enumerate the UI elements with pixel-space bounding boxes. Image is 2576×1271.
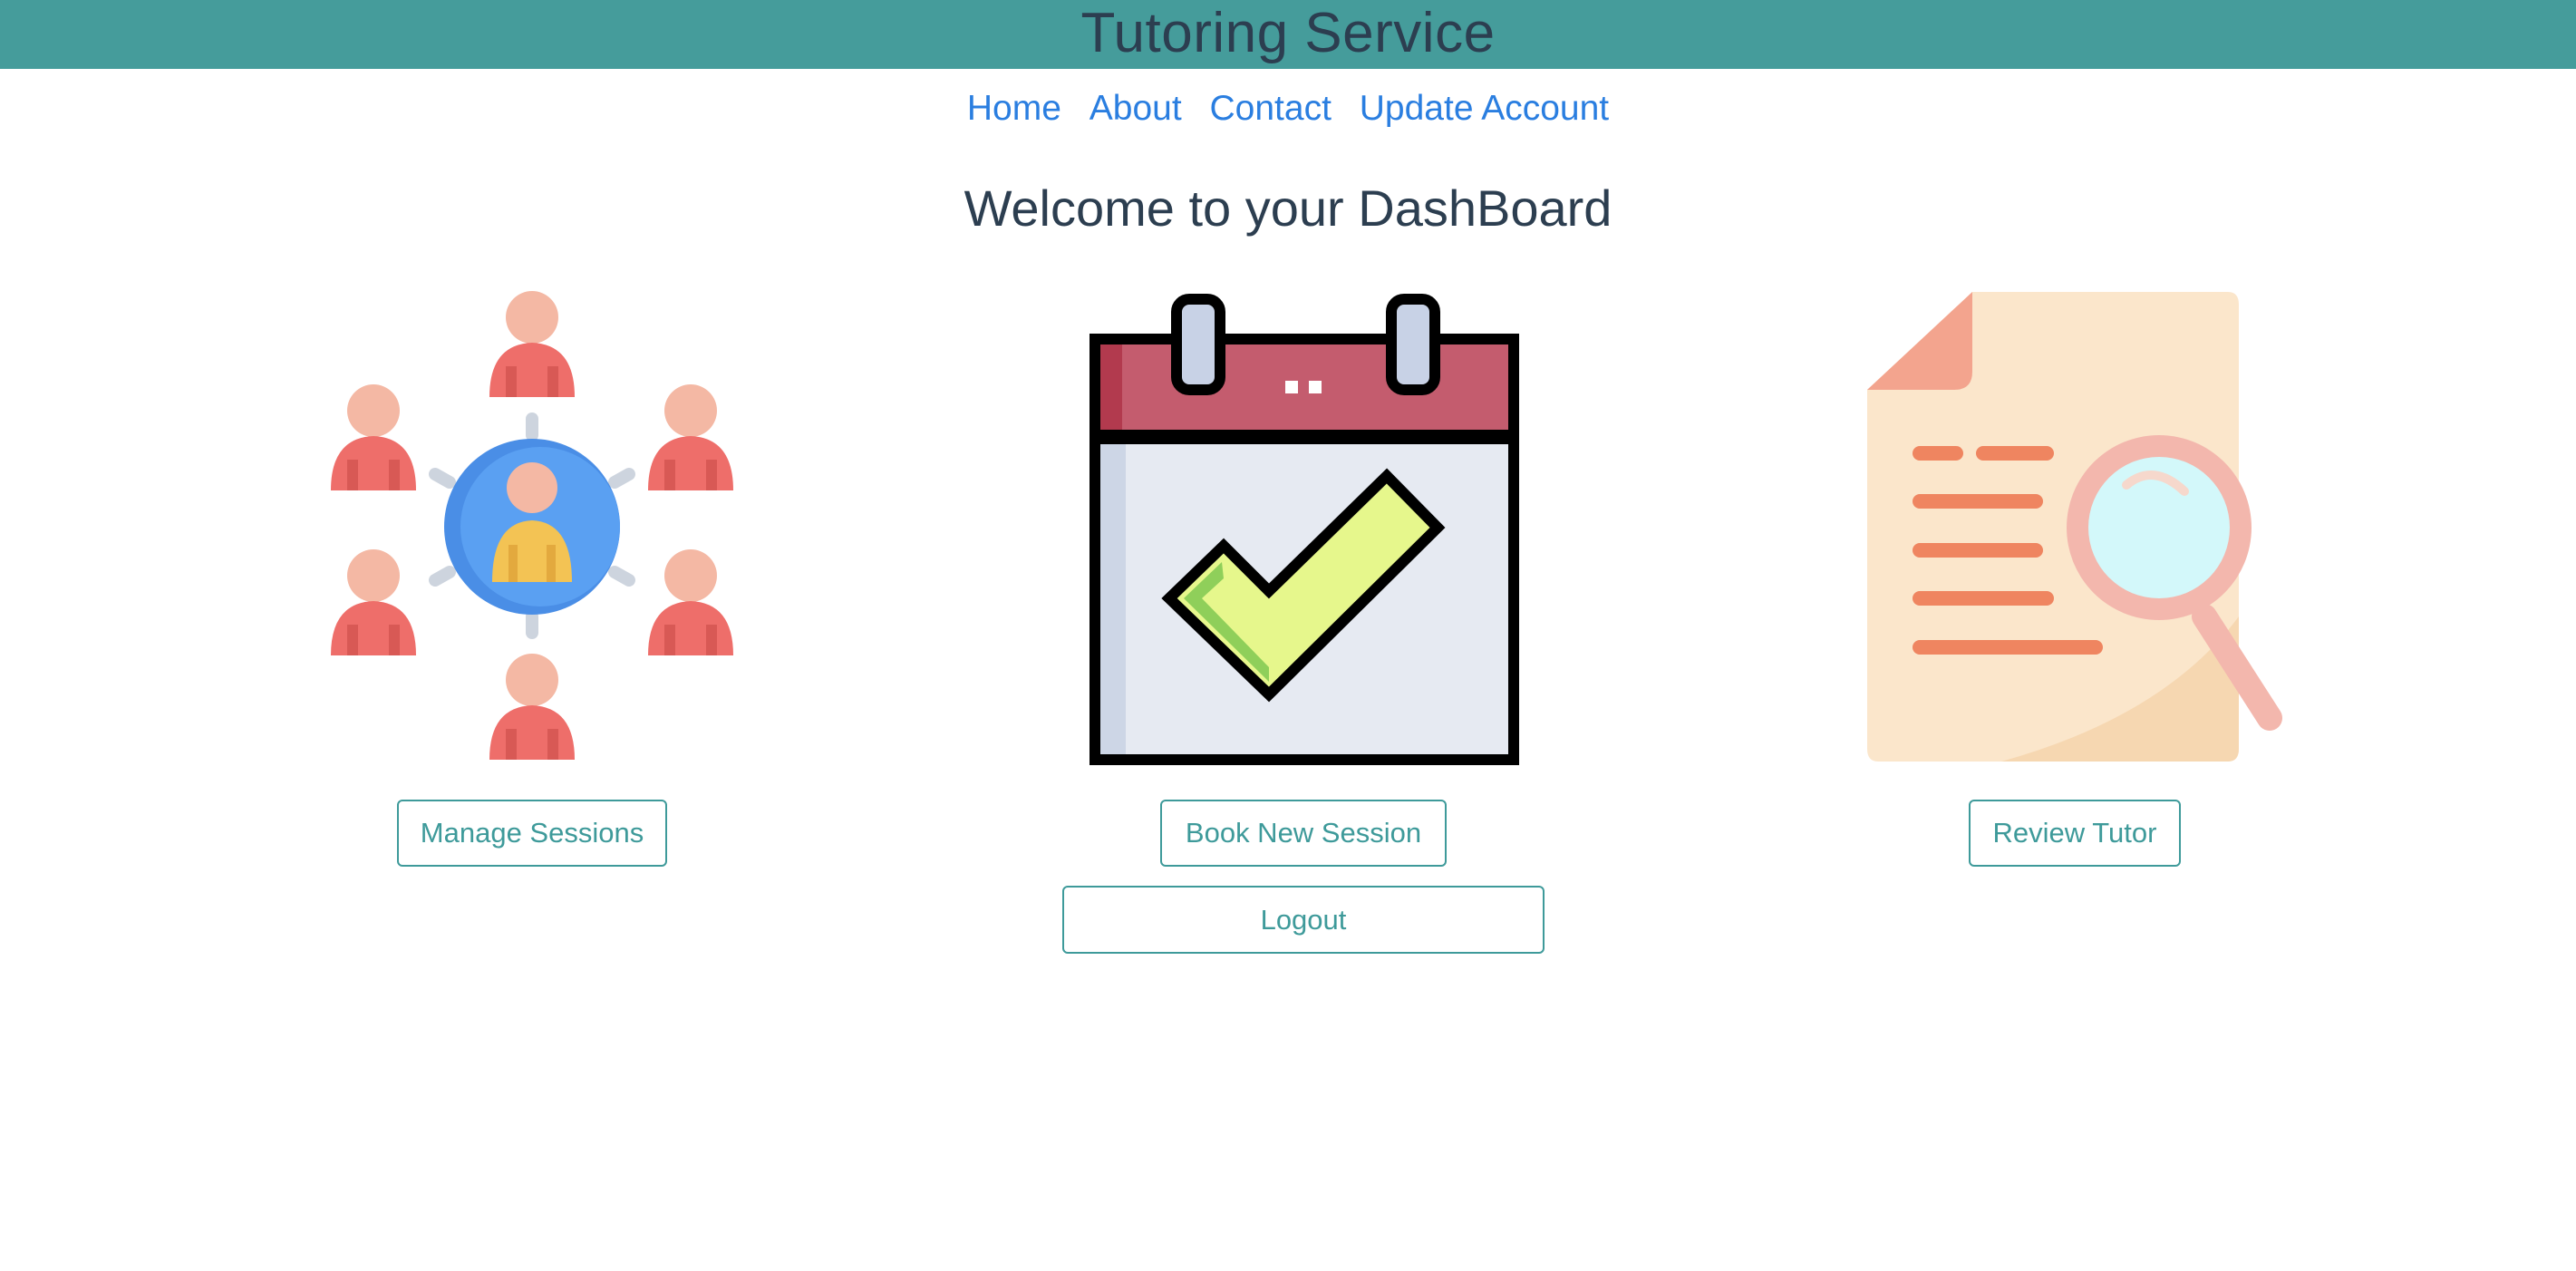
site-header: Tutoring Service [0, 0, 2576, 69]
nav-link-contact[interactable]: Contact [1210, 89, 1332, 128]
book-new-session-button[interactable]: Book New Session [1160, 800, 1447, 867]
nav-link-update-account[interactable]: Update Account [1360, 89, 1609, 128]
logout-button[interactable]: Logout [1062, 886, 1545, 954]
review-tutor-button[interactable]: Review Tutor [1969, 800, 2181, 867]
top-nav: Home About Contact Update Account [0, 85, 2576, 132]
page-title: Welcome to your DashBoard [964, 179, 1612, 237]
calendar-check-icon [1089, 294, 1519, 765]
manage-sessions-button[interactable]: Manage Sessions [397, 800, 667, 867]
people-network-icon [331, 291, 733, 760]
nav-link-home[interactable]: Home [967, 89, 1061, 128]
nav-link-about[interactable]: About [1089, 89, 1182, 128]
site-title: Tutoring Service [1080, 2, 1496, 64]
document-search-icon [1867, 292, 2282, 762]
